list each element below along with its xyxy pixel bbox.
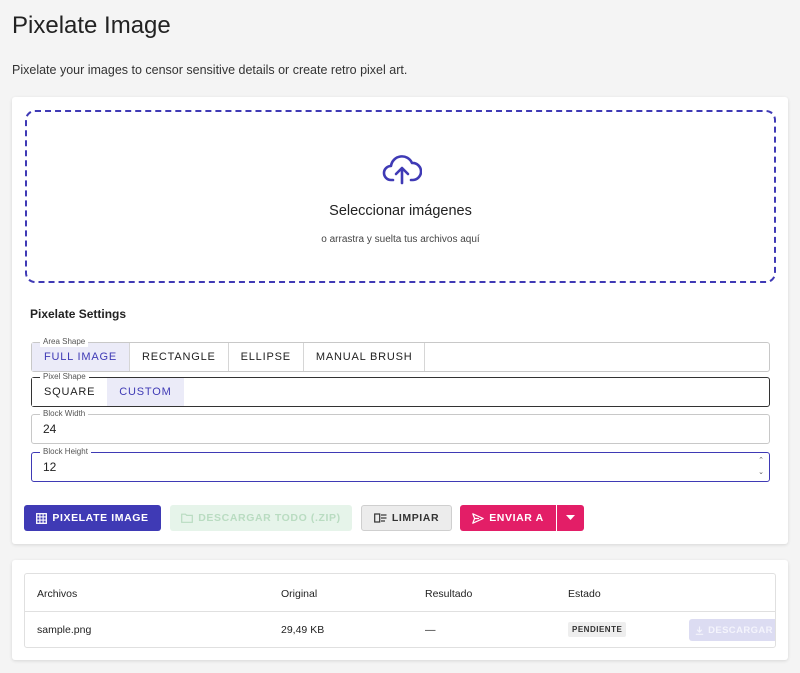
dropzone-subtitle: o arrastra y suelta tus archivos aquí [321, 234, 480, 245]
clear-button-label: LIMPIAR [391, 512, 440, 524]
column-header-result: Resultado [425, 588, 473, 600]
send-icon [472, 512, 485, 524]
cloud-upload-icon [382, 155, 422, 185]
original-size-cell: 29,49 KB [281, 624, 325, 636]
download-icon [695, 626, 704, 635]
pixel-shape-label: Pixel Shape [40, 372, 89, 382]
caret-down-icon [566, 515, 575, 520]
area-shape-group: FULL IMAGE RECTANGLE ELLIPSE MANUAL BRUS… [31, 337, 770, 372]
pixel-shape-custom[interactable]: CUSTOM [107, 378, 184, 406]
download-all-label: DESCARGAR TODO (.ZIP) [198, 512, 341, 524]
block-width-field[interactable]: Block Width 24 [31, 409, 770, 444]
block-width-value[interactable]: 24 [43, 415, 56, 443]
block-height-value[interactable]: 12 [43, 453, 56, 481]
pixel-shape-square[interactable]: SQUARE [32, 378, 108, 406]
send-to-button[interactable]: ENVIAR A [460, 505, 556, 531]
download-file-label: DESCARGAR [708, 624, 773, 636]
settings-card: Seleccionar imágenes o arrastra y suelta… [12, 97, 788, 544]
pixelate-button[interactable]: PIXELATE IMAGE [24, 505, 161, 531]
dropzone-title: Seleccionar imágenes [329, 203, 472, 219]
chevron-up-icon[interactable]: ⌃ [757, 455, 765, 467]
file-name-cell: sample.png [37, 624, 92, 636]
column-header-original: Original [281, 588, 318, 600]
chevron-down-icon[interactable]: ⌄ [757, 467, 765, 479]
file-dropzone[interactable]: Seleccionar imágenes o arrastra y suelta… [25, 110, 776, 283]
page-subtitle: Pixelate your images to censor sensitive… [12, 63, 408, 77]
area-shape-label: Area Shape [40, 337, 89, 347]
column-header-files: Archivos [37, 588, 78, 600]
files-card: Archivos Original Resultado Estado sampl… [12, 560, 788, 660]
area-shape-manual-brush[interactable]: MANUAL BRUSH [303, 343, 426, 371]
grid-icon [36, 512, 48, 524]
settings-title: Pixelate Settings [30, 307, 127, 321]
send-to-dropdown-button[interactable] [557, 505, 584, 531]
folder-icon [181, 513, 194, 523]
table-divider [25, 611, 775, 612]
number-stepper[interactable]: ⌃ ⌄ [757, 455, 765, 479]
status-badge: PENDIENTE [568, 622, 627, 637]
column-header-status: Estado [568, 588, 601, 600]
result-cell: — [425, 624, 436, 636]
download-all-button[interactable]: DESCARGAR TODO (.ZIP) [170, 505, 352, 531]
area-shape-ellipse[interactable]: ELLIPSE [228, 343, 304, 371]
pixelate-button-label: PIXELATE IMAGE [52, 512, 149, 524]
area-shape-rectangle[interactable]: RECTANGLE [130, 343, 229, 371]
block-height-field[interactable]: Block Height 12 ⌃ ⌄ [31, 447, 770, 482]
clear-button[interactable]: LIMPIAR [361, 505, 452, 531]
clear-list-icon [373, 513, 387, 523]
pixel-shape-group: SQUARE CUSTOM Pixel Shape [31, 372, 770, 407]
area-shape-full-image[interactable]: FULL IMAGE [32, 343, 130, 371]
download-file-button[interactable]: DESCARGAR [689, 619, 775, 641]
page-title: Pixelate Image [12, 12, 171, 39]
send-to-label: ENVIAR A [489, 512, 544, 524]
files-table: Archivos Original Resultado Estado sampl… [24, 573, 776, 648]
